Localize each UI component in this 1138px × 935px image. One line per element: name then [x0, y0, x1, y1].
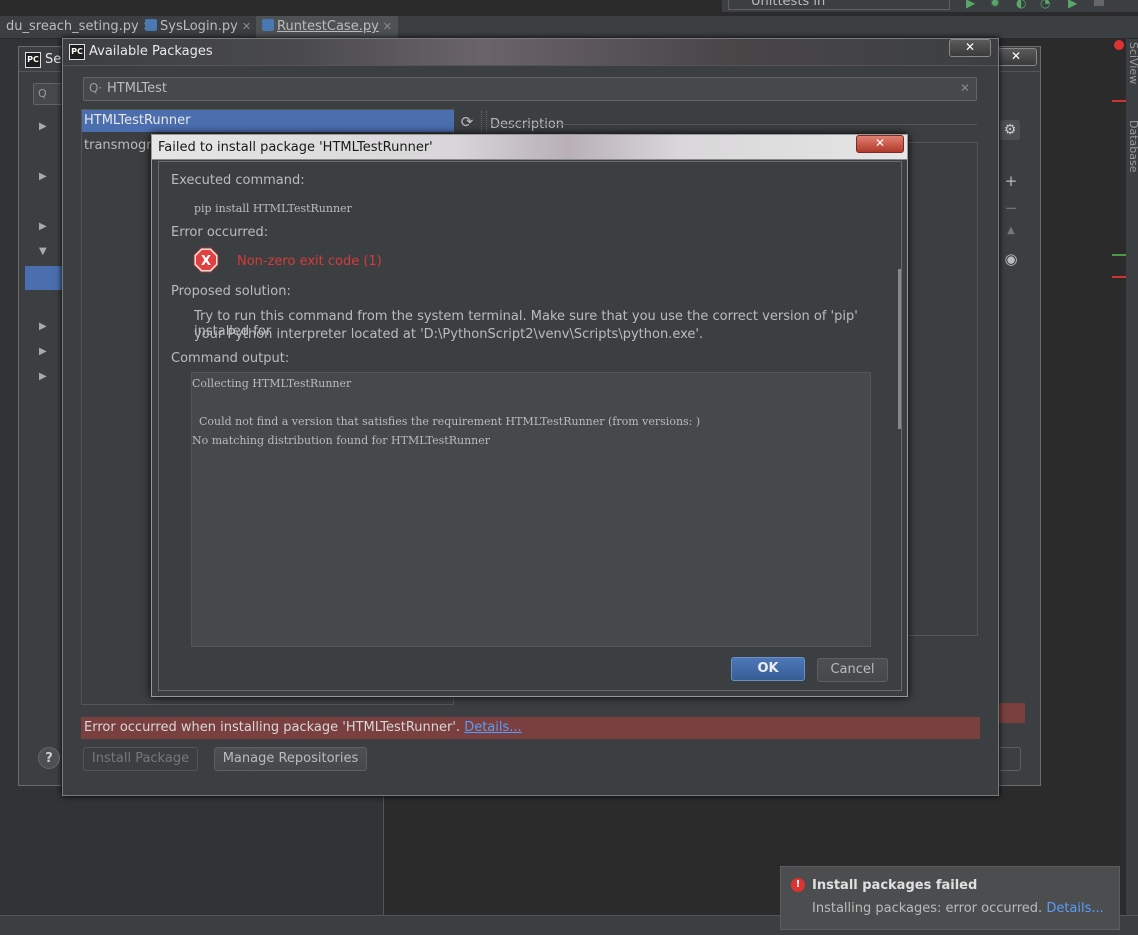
error-stripe-mark[interactable]	[1112, 100, 1126, 102]
solution-text-line-2: your Python interpreter located at 'D:\P…	[194, 327, 704, 342]
list-item[interactable]: HTMLTestRunner	[82, 110, 454, 132]
notification-body: Installing packages: error occurred. Det…	[812, 901, 1104, 916]
expand-icon[interactable]: ▶	[39, 171, 47, 182]
expand-icon[interactable]: ▶	[39, 121, 47, 132]
search-icon[interactable]: Q	[33, 83, 65, 105]
tab-label: du_sreach_seting.py	[6, 19, 139, 34]
notification-title: Install packages failed	[812, 878, 978, 893]
install-failed-notification: ! Install packages failed Installing pac…	[780, 866, 1120, 930]
notification-text: Installing packages: error occurred.	[812, 901, 1043, 916]
eye-icon[interactable]: ◉	[1002, 250, 1020, 268]
pycharm-logo-icon: PC	[25, 52, 41, 68]
details-link[interactable]: Details...	[1046, 901, 1103, 916]
install-package-button[interactable]: Install Package	[83, 747, 198, 771]
error-stripe-mark[interactable]	[1112, 276, 1126, 278]
expand-icon[interactable]: ▶	[39, 221, 47, 232]
ok-button[interactable]: OK	[731, 657, 805, 681]
editor-tab-bar: du_sreach_seting.py✕ SysLogin.py✕ Runtes…	[0, 16, 1138, 39]
output-line: Could not find a version that satisfies …	[192, 415, 701, 428]
error-occurred-label: Error occurred:	[171, 225, 269, 240]
remove-icon[interactable]: −	[1002, 199, 1020, 217]
change-stripe-mark[interactable]	[1112, 254, 1126, 256]
command-output-label: Command output:	[171, 351, 290, 366]
settings-tree-selected-item[interactable]	[25, 266, 65, 290]
tab-label: RuntestCase.py	[277, 19, 379, 34]
scrollbar[interactable]	[898, 269, 901, 429]
package-search-input[interactable]: Q· HTMLTest ✕	[83, 77, 977, 101]
divider	[490, 124, 977, 125]
executed-command-label: Executed command:	[171, 173, 305, 188]
error-bar-text: Error occurred when installing package '…	[84, 720, 461, 735]
run-tests-icon[interactable]: ▶	[1068, 0, 1077, 10]
splitter-handle[interactable]	[481, 111, 487, 133]
tab-du-sreach-seting[interactable]: du_sreach_seting.py✕	[0, 16, 158, 38]
coverage-icon[interactable]: ◐	[1016, 0, 1026, 10]
run-icon[interactable]: ▶	[966, 0, 975, 10]
expand-icon[interactable]: ▶	[39, 321, 47, 332]
run-configuration-select[interactable]: Unittests in EnterpriseLogin.py	[728, 0, 950, 10]
settings-title: Se	[45, 52, 62, 67]
add-icon[interactable]: +	[1002, 172, 1020, 190]
python-file-icon	[145, 19, 157, 31]
install-error-bar: Error occurred when installing package '…	[81, 717, 980, 739]
close-icon[interactable]: ✕	[383, 20, 392, 33]
error-dialog-titlebar: Failed to install package 'HTMLTestRunne…	[152, 135, 907, 160]
command-output-area[interactable]: Collecting HTMLTestRunner Could not find…	[191, 372, 871, 647]
sciview-tool-tab[interactable]: SciView	[1127, 42, 1138, 84]
error-x-icon: X	[193, 247, 219, 273]
error-message: Non-zero exit code (1)	[237, 254, 382, 269]
profile-icon[interactable]: ◔	[1040, 0, 1050, 10]
expand-icon[interactable]: ▶	[39, 346, 47, 357]
close-icon[interactable]: ✕	[995, 48, 1037, 66]
proposed-solution-label: Proposed solution:	[171, 284, 291, 299]
close-icon[interactable]: ✕	[856, 135, 904, 153]
error-icon: !	[791, 878, 805, 892]
list-item[interactable]: transmogrif	[84, 138, 160, 153]
tab-runtestcase[interactable]: RuntestCase.py ✕	[256, 16, 399, 38]
install-failed-dialog: Failed to install package 'HTMLTestRunne…	[151, 134, 908, 697]
tab-syslogin[interactable]: SysLogin.py ✕	[139, 16, 257, 38]
debug-icon[interactable]: ✹	[990, 0, 1000, 10]
database-tool-tab[interactable]: Database	[1127, 120, 1138, 173]
search-icon: Q·	[89, 81, 103, 95]
output-line: No matching distribution found for HTMLT…	[192, 434, 491, 447]
pycharm-logo-icon: PC	[69, 44, 85, 60]
cancel-button[interactable]: Cancel	[817, 658, 888, 682]
tab-label: SysLogin.py	[160, 19, 238, 34]
close-icon[interactable]: ✕	[242, 20, 251, 33]
help-icon[interactable]: ?	[38, 747, 60, 769]
error-indicator-icon[interactable]	[1114, 40, 1124, 50]
upgrade-icon[interactable]: ▲	[1002, 225, 1020, 236]
executed-command: pip install HTMLTestRunner	[194, 202, 352, 215]
collapse-icon[interactable]: ▼	[39, 246, 47, 257]
manage-repositories-button[interactable]: Manage Repositories	[214, 747, 367, 771]
error-dialog-body: Executed command: pip install HTMLTestRu…	[158, 161, 902, 691]
error-dialog-title: Failed to install package 'HTMLTestRunne…	[158, 140, 433, 155]
python-file-icon	[262, 19, 274, 31]
output-line: Collecting HTMLTestRunner	[192, 377, 352, 390]
details-link[interactable]: Details...	[464, 720, 521, 735]
close-icon[interactable]: ✕	[949, 39, 991, 57]
refresh-icon[interactable]: ⟳	[456, 113, 478, 133]
clear-icon[interactable]: ✕	[960, 81, 970, 95]
search-value: HTMLTest	[107, 81, 167, 96]
stop-icon[interactable]	[1094, 0, 1104, 6]
available-packages-titlebar: PC Available Packages ✕	[63, 39, 998, 66]
svg-text:X: X	[201, 254, 211, 269]
expand-icon[interactable]: ▶	[39, 371, 47, 382]
gear-icon[interactable]: ⚙	[1000, 120, 1020, 140]
dialog-title: Available Packages	[89, 44, 213, 59]
